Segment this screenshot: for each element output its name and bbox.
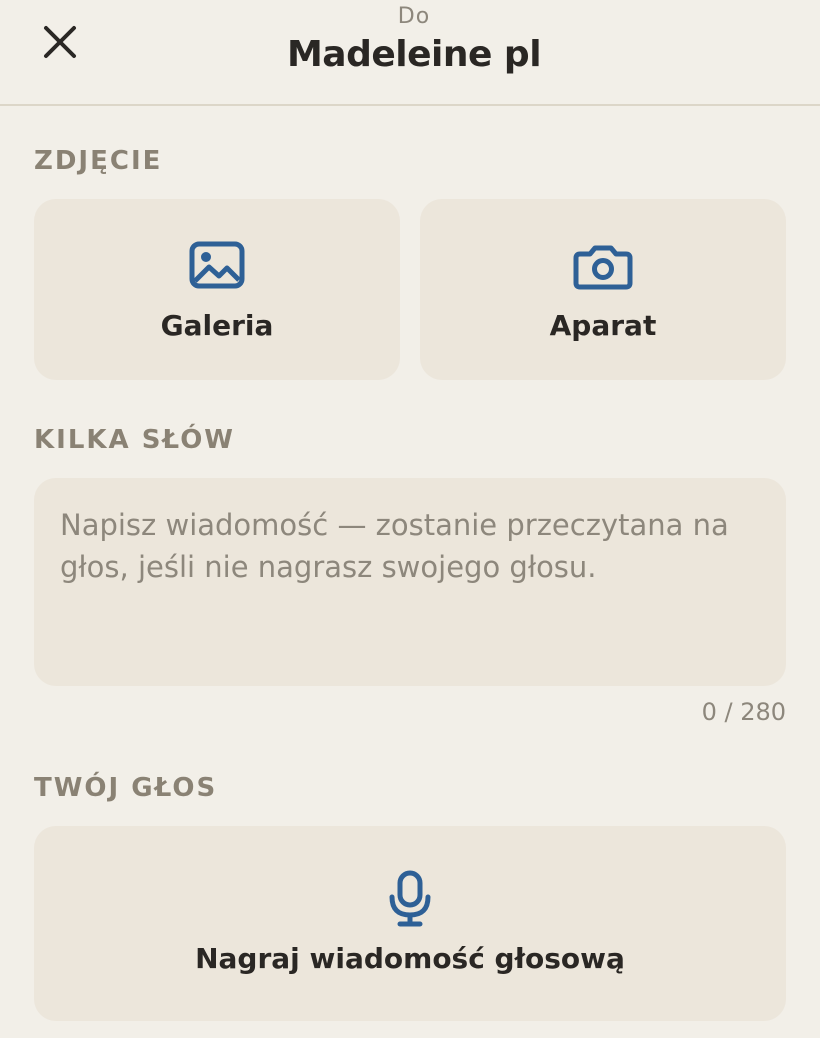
header: Do Madeleine pl [0,0,820,106]
record-voice-button[interactable]: Nagraj wiadomość głosową [34,826,786,1021]
image-icon [189,241,245,289]
voice-section-label: TWÓJ GŁOS [34,773,218,803]
camera-button[interactable]: Aparat [420,199,786,380]
to-label: Do [397,4,431,29]
recipient-name: Madeleine pl [286,34,542,75]
gallery-label: Galeria [160,309,274,342]
microphone-icon [389,870,431,927]
camera-label: Aparat [549,309,657,342]
record-voice-label: Nagraj wiadomość głosową [195,942,625,975]
camera-icon [573,245,633,290]
gallery-button[interactable]: Galeria [34,199,400,380]
message-input[interactable] [34,478,786,686]
character-counter: 0 / 280 [701,698,786,726]
message-section-label: KILKA SŁÓW [34,425,235,455]
photo-section-label: ZDJĘCIE [34,146,163,176]
